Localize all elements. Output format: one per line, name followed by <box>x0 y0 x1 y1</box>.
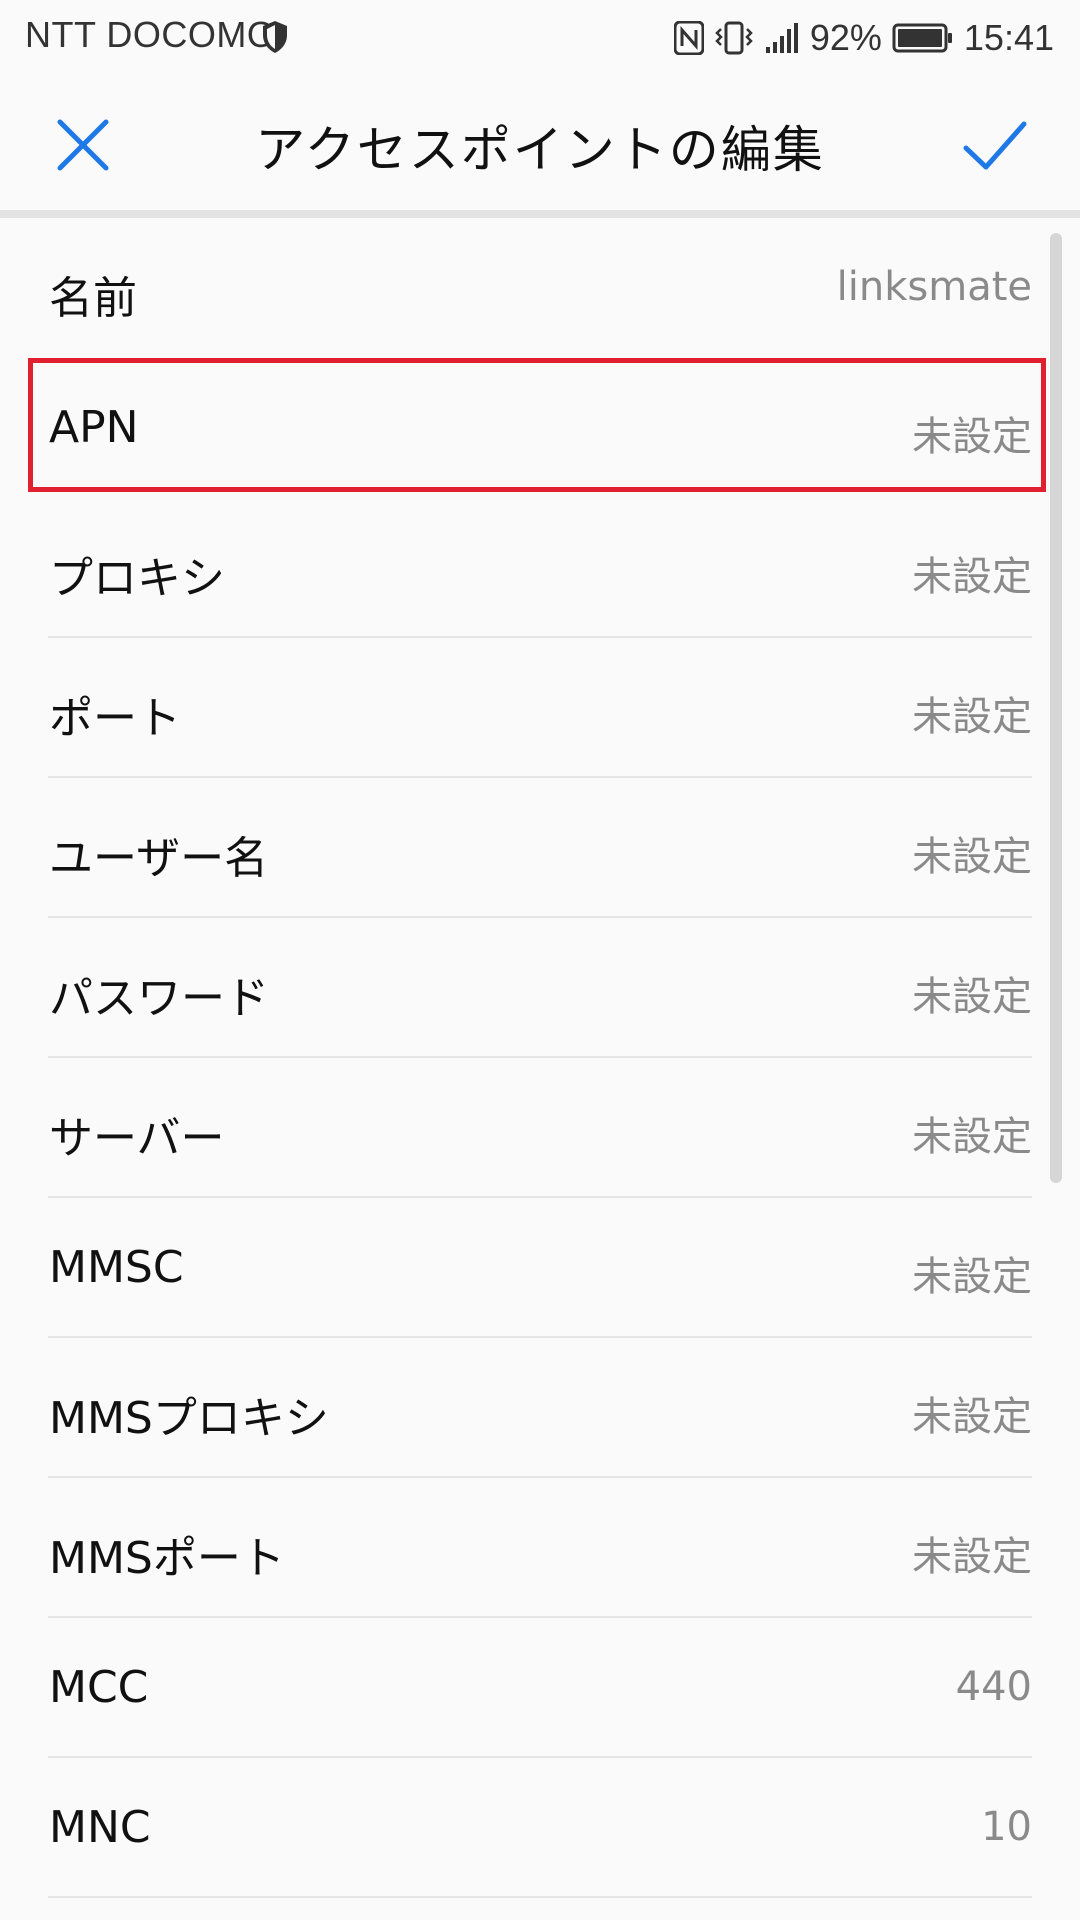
field-label: パスワード <box>49 973 269 1024</box>
signal-icon <box>765 23 798 53</box>
field-row-password[interactable]: パスワード 未設定 <box>0 918 1080 1058</box>
field-label: MMSC <box>49 1242 184 1293</box>
field-row-mms-port[interactable]: MMSポート 未設定 <box>0 1478 1080 1618</box>
field-value: 未設定 <box>912 834 1032 880</box>
field-row-proxy[interactable]: プロキシ 未設定 <box>0 498 1080 638</box>
field-label: ポート <box>49 693 181 744</box>
field-value: 未設定 <box>912 1254 1032 1300</box>
status-indicators: 92% 15:41 <box>673 14 1054 62</box>
vibrate-icon <box>715 21 753 55</box>
field-value: 未設定 <box>912 974 1032 1020</box>
field-value: 未設定 <box>912 554 1032 600</box>
field-row-mms-proxy[interactable]: MMSプロキシ 未設定 <box>0 1338 1080 1478</box>
field-row-mnc[interactable]: MNC 10 <box>0 1758 1080 1898</box>
field-row-username[interactable]: ユーザー名 未設定 <box>0 778 1080 918</box>
app-bar: アクセスポイントの編集 <box>0 76 1080 210</box>
field-label: 名前 <box>49 273 137 324</box>
divider <box>48 1896 1032 1898</box>
field-label: MCC <box>49 1662 149 1713</box>
field-label: MMSプロキシ <box>49 1393 329 1444</box>
field-value: 未設定 <box>912 414 1032 460</box>
field-label: ユーザー名 <box>49 833 269 884</box>
battery-percent: 92% <box>809 17 882 58</box>
field-row-server[interactable]: サーバー 未設定 <box>0 1058 1080 1198</box>
status-bar: NTT DOCOMO 92% 15:41 <box>0 0 1080 76</box>
field-value: 440 <box>955 1664 1032 1710</box>
field-row-mcc[interactable]: MCC 440 <box>0 1618 1080 1758</box>
apn-settings-list: 名前 linksmate APN 未設定 プロキシ 未設定 ポート 未設定 ユー… <box>0 218 1080 1898</box>
field-value: 未設定 <box>912 1114 1032 1160</box>
field-row-mmsc[interactable]: MMSC 未設定 <box>0 1198 1080 1338</box>
field-row-port[interactable]: ポート 未設定 <box>0 638 1080 778</box>
field-value: linksmate <box>836 264 1032 310</box>
page-title: アクセスポイントの編集 <box>255 121 825 179</box>
field-label: プロキシ <box>49 553 225 604</box>
nfc-icon <box>673 21 704 55</box>
field-label: サーバー <box>49 1113 225 1164</box>
field-value: 未設定 <box>912 1534 1032 1580</box>
field-label: APN <box>49 402 139 453</box>
shield-icon <box>263 21 287 53</box>
field-row-apn[interactable]: APN 未設定 <box>0 358 1080 498</box>
field-value: 未設定 <box>912 694 1032 740</box>
field-value: 未設定 <box>912 1394 1032 1440</box>
battery-icon <box>892 23 952 53</box>
field-label: MNC <box>49 1802 151 1853</box>
carrier-name: NTT DOCOMO <box>25 14 276 55</box>
app-bar-divider <box>0 210 1080 218</box>
field-value: 10 <box>981 1804 1032 1850</box>
clock: 15:41 <box>963 17 1054 58</box>
check-icon[interactable] <box>962 114 1028 176</box>
field-row-name[interactable]: 名前 linksmate <box>0 218 1080 358</box>
field-label: MMSポート <box>49 1533 285 1584</box>
scrollbar[interactable] <box>1050 233 1062 1183</box>
